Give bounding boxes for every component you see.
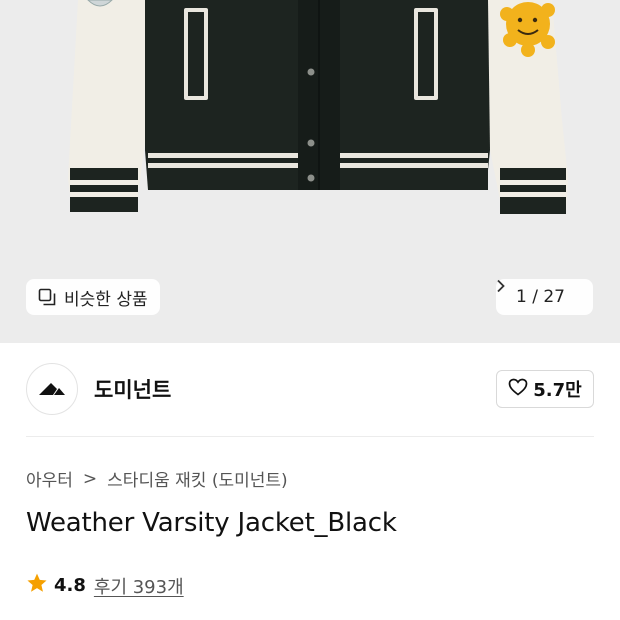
product-image[interactable]: 비슷한 상품 1 / 27 xyxy=(0,0,620,343)
product-title: Weather Varsity Jacket_Black xyxy=(26,508,397,538)
breadcrumb-item-category[interactable]: 스타디움 재킷 (도미넌트) xyxy=(107,466,287,491)
breadcrumb-item-outer[interactable]: 아우터 xyxy=(26,466,73,491)
brand-row: 도미넌트 5.7만 xyxy=(26,362,594,416)
pager-separator: / xyxy=(532,287,538,307)
like-button[interactable]: 5.7만 xyxy=(496,370,594,408)
brand-name[interactable]: 도미넌트 xyxy=(94,374,171,404)
heart-icon xyxy=(508,378,528,401)
breadcrumb: 아우터 > 스타디움 재킷 (도미넌트) xyxy=(26,466,288,492)
similar-products-label: 비슷한 상품 xyxy=(64,289,148,310)
star-icon xyxy=(26,572,48,599)
divider xyxy=(26,436,594,437)
review-link[interactable]: 후기 393개 xyxy=(94,573,184,599)
brand-logo[interactable] xyxy=(26,363,78,415)
pager-current: 1 xyxy=(515,287,527,307)
image-pager[interactable]: 1 / 27 xyxy=(496,279,593,315)
pager-text: 1 / 27 xyxy=(516,287,565,307)
dominant-logo-icon xyxy=(39,383,65,395)
similar-products-button[interactable]: 비슷한 상품 xyxy=(26,279,160,315)
copy-icon xyxy=(38,288,56,306)
breadcrumb-separator: > xyxy=(82,468,98,489)
rating-row: 4.8 후기 393개 xyxy=(26,572,184,599)
pager-total: 27 xyxy=(543,287,565,307)
rating-score: 4.8 xyxy=(54,575,86,596)
like-count: 5.7만 xyxy=(533,380,582,401)
